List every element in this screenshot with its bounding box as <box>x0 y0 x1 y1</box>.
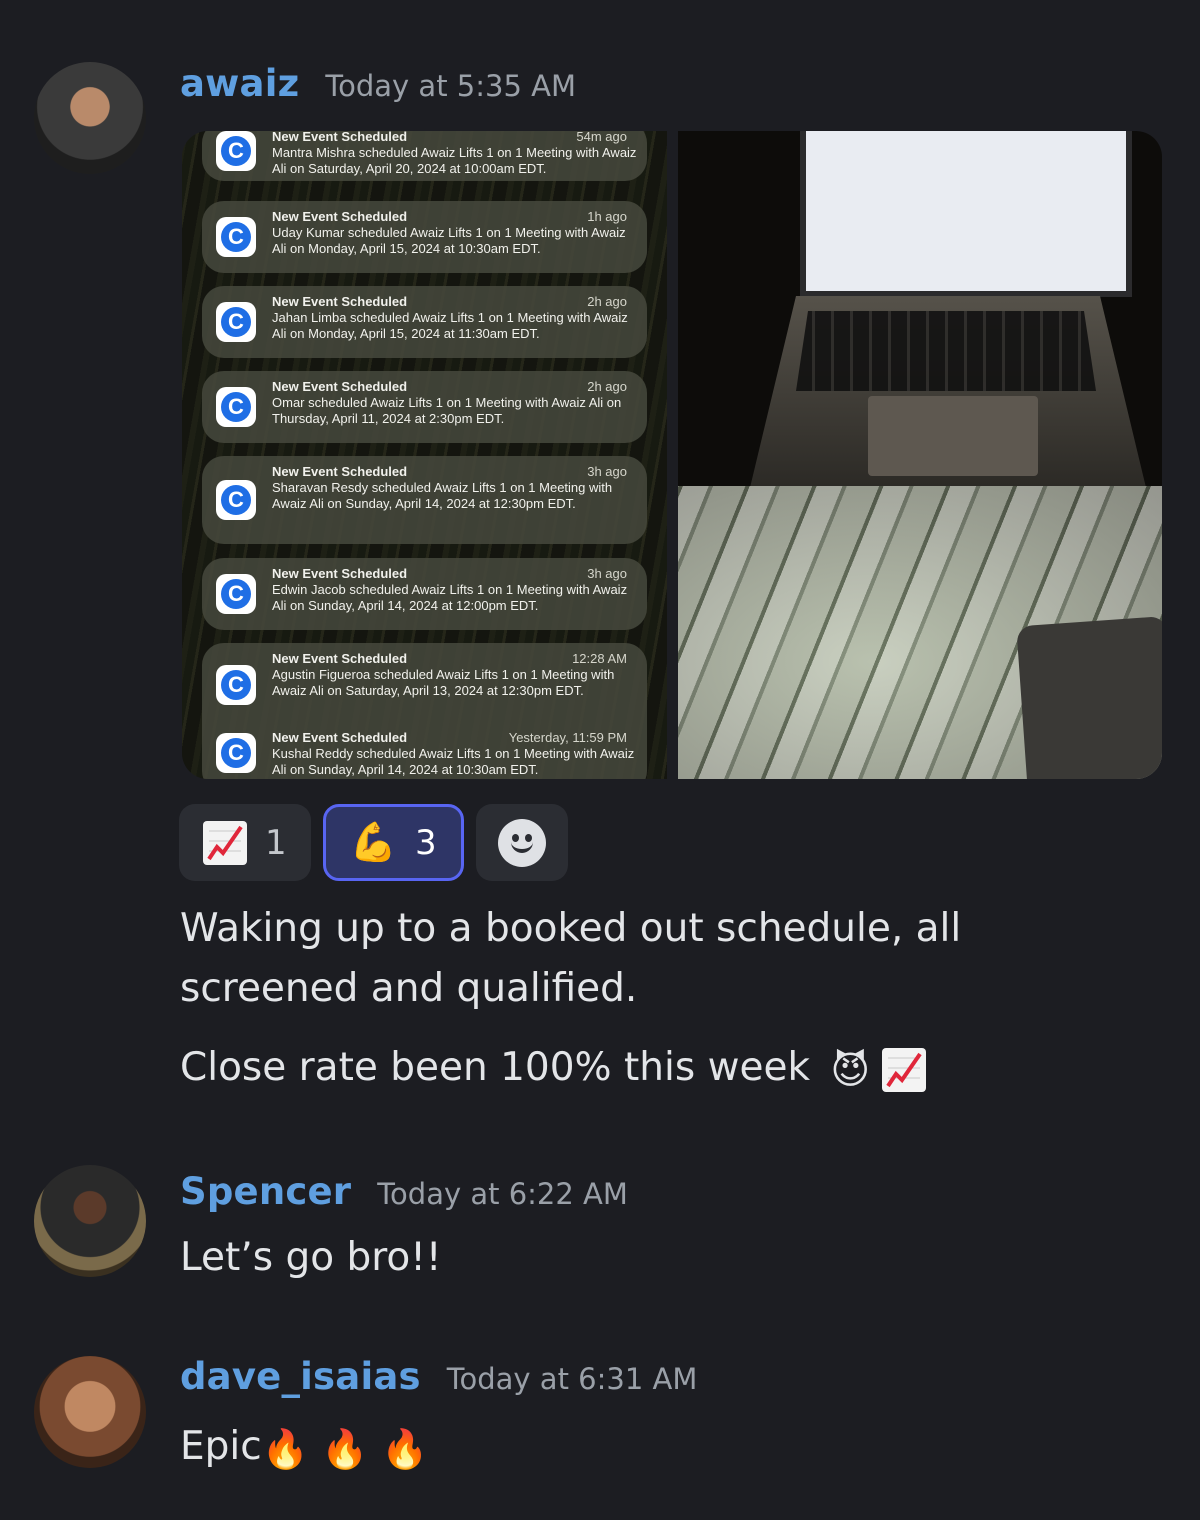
reaction-count: 1 <box>265 822 287 863</box>
chart-increasing-icon <box>882 1047 927 1092</box>
notification-time: 2h ago <box>587 379 627 394</box>
calendly-icon: C <box>216 217 256 257</box>
notification-body: Edwin Jacob scheduled Awaiz Lifts 1 on 1… <box>272 582 628 613</box>
image-attachments: C New Event Scheduled 54m ago Mantra Mis… <box>182 131 1162 779</box>
notification-title: New Event Scheduled <box>272 566 408 581</box>
notification-body: Kushal Reddy scheduled Awaiz Lifts 1 on … <box>272 746 635 777</box>
notification-body: Omar scheduled Awaiz Lifts 1 on 1 Meetin… <box>272 395 622 426</box>
reaction-count: 3 <box>414 822 437 863</box>
notification-title: New Event Scheduled <box>272 209 408 224</box>
calendly-icon: C <box>216 480 256 520</box>
timestamp[interactable]: Today at 5:35 AM <box>325 69 576 103</box>
reactions-bar: 1 💪 3 <box>179 804 568 881</box>
laptop-keyboard <box>796 311 1096 391</box>
laptop-screen <box>800 131 1132 297</box>
message-text: Epic <box>180 1424 262 1469</box>
add-reaction-smiley-icon <box>497 818 546 867</box>
notification-card: C New Event Scheduled 2h ago Omar schedu… <box>202 371 647 443</box>
calendly-icon: C <box>216 131 256 171</box>
username[interactable]: awaiz <box>180 62 299 105</box>
notification-title: New Event Scheduled <box>272 294 408 309</box>
message-text-row: Epic🔥 🔥 🔥 <box>180 1417 428 1479</box>
avatar[interactable] <box>34 1356 146 1468</box>
reaction-chart-increasing[interactable]: 1 <box>179 804 311 881</box>
timestamp[interactable]: Today at 6:22 AM <box>377 1177 628 1211</box>
calendly-icon: C <box>216 733 256 773</box>
notification-title: New Event Scheduled <box>272 651 408 666</box>
notification-card: C New Event Scheduled 2h ago Jahan Limba… <box>202 286 647 358</box>
message-header: dave_isaias Today at 6:31 AM <box>180 1355 697 1398</box>
notification-time: Yesterday, 11:59 PM <box>508 730 627 745</box>
laptop-trackpad <box>868 396 1038 476</box>
notification-time: 1h ago <box>587 209 627 224</box>
message-header: awaiz Today at 5:35 AM <box>180 62 576 105</box>
notification-body: Jahan Limba scheduled Awaiz Lifts 1 on 1… <box>272 310 628 341</box>
add-reaction-button[interactable] <box>475 804 568 881</box>
calendly-icon: C <box>216 665 256 705</box>
message-text-2: Close rate been 100% this week 😈 <box>180 1038 927 1100</box>
fire-icon: 🔥 <box>381 1426 429 1471</box>
calendly-icon: C <box>216 574 256 614</box>
fire-icon: 🔥 <box>261 1426 310 1471</box>
notification-card: C New Event Scheduled 54m ago Mantra Mis… <box>202 131 647 181</box>
notification-body: Sharavan Resdy scheduled Awaiz Lifts 1 o… <box>272 480 613 511</box>
notification-time: 12:28 AM <box>572 651 627 666</box>
smiling-imp-icon: 😈 <box>830 1047 871 1092</box>
notification-card: C New Event Scheduled 3h ago Edwin Jacob… <box>202 558 647 630</box>
username[interactable]: dave_isaias <box>180 1355 421 1398</box>
notification-time: 3h ago <box>587 566 627 581</box>
wallet <box>1016 615 1162 779</box>
message-header: Spencer Today at 6:22 AM <box>180 1170 628 1213</box>
notification-card: C New Event Scheduled 12:28 AM Agustin F… <box>202 643 647 779</box>
timestamp[interactable]: Today at 6:31 AM <box>447 1362 698 1396</box>
notification-body: Mantra Mishra scheduled Awaiz Lifts 1 on… <box>272 145 637 176</box>
notification-card: C New Event Scheduled 3h ago Sharavan Re… <box>202 456 647 544</box>
avatar[interactable] <box>34 1165 146 1277</box>
notification-time: 3h ago <box>587 464 627 479</box>
avatar[interactable] <box>34 62 146 174</box>
message-text-line: Close rate been 100% this week <box>180 1045 811 1090</box>
chart-increasing-icon <box>203 820 247 865</box>
notifications-screenshot-image[interactable]: C New Event Scheduled 54m ago Mantra Mis… <box>182 131 667 779</box>
calendly-icon: C <box>216 302 256 342</box>
fire-icon: 🔥 <box>321 1426 369 1471</box>
reaction-flexed-biceps[interactable]: 💪 3 <box>322 804 464 881</box>
notification-body: Agustin Figueroa scheduled Awaiz Lifts 1… <box>272 667 615 698</box>
notification-card: C New Event Scheduled 1h ago Uday Kumar … <box>202 201 647 273</box>
notification-title: New Event Scheduled <box>272 131 408 144</box>
notification-title: New Event Scheduled <box>272 730 408 745</box>
notification-title: New Event Scheduled <box>272 379 408 394</box>
flexed-biceps-icon: 💪 <box>349 820 397 864</box>
laptop-cash-photo-image[interactable] <box>678 131 1162 779</box>
calendly-icon: C <box>216 387 256 427</box>
notification-body: Uday Kumar scheduled Awaiz Lifts 1 on 1 … <box>272 225 626 256</box>
message-text: Let’s go bro!! <box>180 1235 442 1280</box>
username[interactable]: Spencer <box>180 1170 351 1213</box>
notification-title: New Event Scheduled <box>272 464 408 479</box>
notification-time: 2h ago <box>587 294 627 309</box>
message-text: Waking up to a booked out schedule, all … <box>180 906 962 1011</box>
notification-time: 54m ago <box>576 131 627 144</box>
